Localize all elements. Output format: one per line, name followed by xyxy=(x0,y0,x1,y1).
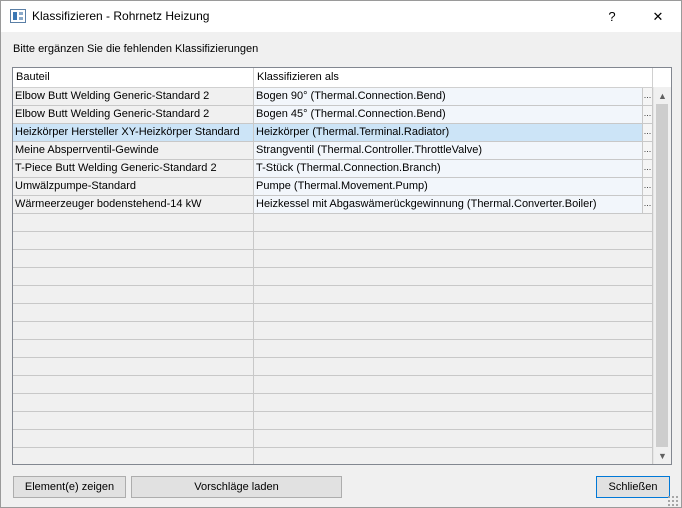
table-row[interactable]: Elbow Butt Welding Generic-Standard 2 Bo… xyxy=(13,106,653,124)
column-header-klassifizieren[interactable]: Klassifizieren als xyxy=(254,68,653,87)
ellipsis-button[interactable]: ... xyxy=(643,124,653,142)
ellipsis-button[interactable]: ... xyxy=(643,196,653,214)
title-bar: Klassifizieren - Rohrnetz Heizung ? ✕ xyxy=(1,1,681,32)
ellipsis-button[interactable]: ... xyxy=(643,160,653,178)
ellipsis-button[interactable]: ... xyxy=(643,178,653,196)
classification-grid: Bauteil Klassifizieren als Elbow Butt We… xyxy=(12,67,672,465)
scroll-up-icon[interactable]: ▲ xyxy=(654,87,671,104)
empty-row xyxy=(13,376,653,394)
classify-dialog: Klassifizieren - Rohrnetz Heizung ? ✕ Bi… xyxy=(0,0,682,508)
empty-row xyxy=(13,214,653,232)
table-row[interactable]: Meine Absperrventil-Gewinde Strangventil… xyxy=(13,142,653,160)
ellipsis-button[interactable]: ... xyxy=(643,142,653,160)
empty-row xyxy=(13,412,653,430)
empty-row xyxy=(13,340,653,358)
empty-row xyxy=(13,286,653,304)
scroll-down-icon[interactable]: ▼ xyxy=(654,447,671,464)
bauteil-cell[interactable]: Elbow Butt Welding Generic-Standard 2 xyxy=(13,88,254,106)
empty-row xyxy=(13,268,653,286)
load-suggestions-button[interactable]: Vorschläge laden xyxy=(131,476,342,498)
empty-row xyxy=(13,448,653,464)
table-row[interactable]: Umwälzpumpe-Standard Pumpe (Thermal.Move… xyxy=(13,178,653,196)
bauteil-cell[interactable]: Umwälzpumpe-Standard xyxy=(13,178,254,196)
grid-header: Bauteil Klassifizieren als xyxy=(13,68,653,88)
table-row[interactable]: Elbow Butt Welding Generic-Standard 2 Bo… xyxy=(13,88,653,106)
classification-cell[interactable]: Heizkessel mit Abgaswämerückgewinnung (T… xyxy=(254,196,643,214)
classification-cell[interactable]: T-Stück (Thermal.Connection.Branch) xyxy=(254,160,643,178)
classification-cell[interactable]: Heizkörper (Thermal.Terminal.Radiator) xyxy=(254,124,643,142)
scrollbar-thumb[interactable] xyxy=(656,104,668,447)
resize-grip-icon[interactable] xyxy=(667,495,679,507)
empty-row xyxy=(13,232,653,250)
empty-row xyxy=(13,322,653,340)
bauteil-cell[interactable]: Wärmeerzeuger bodenstehend-14 kW xyxy=(13,196,254,214)
empty-row xyxy=(13,250,653,268)
grid-rows: Elbow Butt Welding Generic-Standard 2 Bo… xyxy=(13,88,653,464)
instruction-text: Bitte ergänzen Sie die fehlenden Klassif… xyxy=(13,43,259,55)
vertical-scrollbar[interactable]: ▲ ▼ xyxy=(653,87,671,464)
help-button[interactable]: ? xyxy=(589,1,635,32)
classification-cell[interactable]: Bogen 90° (Thermal.Connection.Bend) xyxy=(254,88,643,106)
ellipsis-button[interactable]: ... xyxy=(643,106,653,124)
window-title: Klassifizieren - Rohrnetz Heizung xyxy=(32,9,210,23)
bauteil-cell[interactable]: Heizkörper Hersteller XY-Heizkörper Stan… xyxy=(13,124,254,142)
classification-cell[interactable]: Pumpe (Thermal.Movement.Pump) xyxy=(254,178,643,196)
ellipsis-button[interactable]: ... xyxy=(643,88,653,106)
table-row[interactable]: Wärmeerzeuger bodenstehend-14 kW Heizkes… xyxy=(13,196,653,214)
table-row[interactable]: T-Piece Butt Welding Generic-Standard 2 … xyxy=(13,160,653,178)
empty-row xyxy=(13,358,653,376)
close-button[interactable]: Schließen xyxy=(596,476,670,498)
empty-row xyxy=(13,394,653,412)
app-icon xyxy=(10,9,26,23)
bauteil-cell[interactable]: T-Piece Butt Welding Generic-Standard 2 xyxy=(13,160,254,178)
show-elements-button[interactable]: Element(e) zeigen xyxy=(13,476,126,498)
classification-cell[interactable]: Strangventil (Thermal.Controller.Throttl… xyxy=(254,142,643,160)
classification-cell[interactable]: Bogen 45° (Thermal.Connection.Bend) xyxy=(254,106,643,124)
empty-row xyxy=(13,304,653,322)
bauteil-cell[interactable]: Elbow Butt Welding Generic-Standard 2 xyxy=(13,106,254,124)
bauteil-cell[interactable]: Meine Absperrventil-Gewinde xyxy=(13,142,254,160)
column-header-bauteil[interactable]: Bauteil xyxy=(13,68,254,87)
close-icon[interactable]: ✕ xyxy=(635,1,681,32)
table-row-selected[interactable]: Heizkörper Hersteller XY-Heizkörper Stan… xyxy=(13,124,653,142)
empty-row xyxy=(13,430,653,448)
